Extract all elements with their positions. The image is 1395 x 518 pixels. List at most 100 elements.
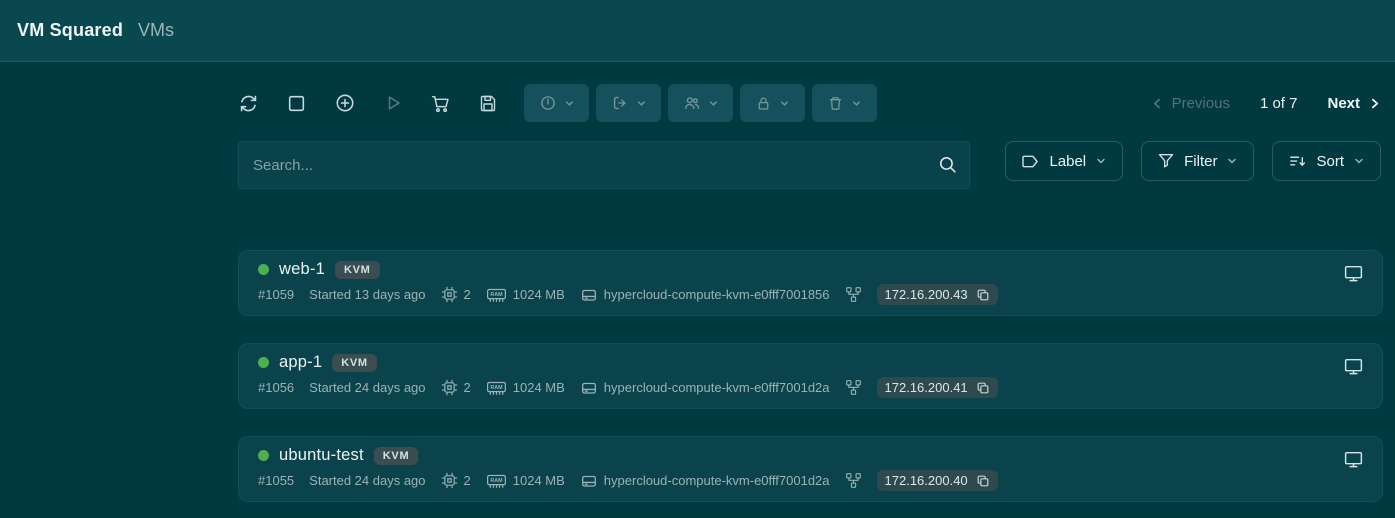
lock-dropdown-button[interactable]: [740, 84, 805, 122]
sort-icon: [1288, 152, 1307, 171]
label-button[interactable]: Label: [1005, 141, 1123, 181]
vm-host: hypercloud-compute-kvm-e0fff7001856: [604, 287, 830, 302]
host-drive-icon: [580, 472, 598, 490]
cpu-icon: [441, 472, 458, 489]
brand-title: VM Squared: [17, 20, 123, 41]
trash-icon: [827, 95, 844, 112]
previous-page-button[interactable]: Previous: [1151, 95, 1230, 112]
refresh-icon[interactable]: [238, 93, 259, 114]
vm-started: Started 24 days ago: [309, 473, 425, 488]
console-icon[interactable]: [1343, 263, 1364, 284]
console-icon[interactable]: [1343, 356, 1364, 377]
search-input[interactable]: [238, 141, 970, 189]
copy-icon[interactable]: [976, 381, 990, 395]
ram-icon: RAM: [486, 287, 507, 303]
label-button-text: Label: [1049, 153, 1086, 170]
chevron-down-icon: [564, 98, 575, 109]
chevron-right-icon: [1368, 97, 1381, 110]
ram-icon: RAM: [486, 473, 507, 489]
migrate-dropdown-button[interactable]: [596, 84, 661, 122]
delete-dropdown-button[interactable]: [812, 84, 877, 122]
copy-icon[interactable]: [976, 474, 990, 488]
vm-id: #1055: [258, 473, 294, 488]
sort-button-text: Sort: [1316, 153, 1344, 170]
status-dot: [258, 450, 269, 461]
vm-ip: 172.16.200.41: [885, 380, 968, 395]
filter-buttons: Label Filter So: [1005, 141, 1381, 181]
page-title: VMs: [138, 20, 174, 41]
chevron-down-icon: [851, 98, 862, 109]
tag-icon: [1021, 154, 1040, 169]
vm-memory: 1024 MB: [513, 380, 565, 395]
chevron-down-icon: [708, 98, 719, 109]
stop-icon[interactable]: [286, 93, 307, 114]
vm-row-app-1[interactable]: app-1 KVM #1056 Started 24 days ago 2: [238, 343, 1383, 409]
next-page-button[interactable]: Next: [1327, 95, 1381, 112]
ip-chip[interactable]: 172.16.200.41: [877, 377, 998, 398]
network-icon: [845, 472, 862, 489]
search-filter-row: Label Filter So: [238, 141, 1381, 189]
svg-text:RAM: RAM: [490, 385, 503, 391]
vm-host: hypercloud-compute-kvm-e0fff7001d2a: [604, 473, 830, 488]
network-icon: [845, 286, 862, 303]
funnel-icon: [1157, 152, 1175, 170]
ip-chip[interactable]: 172.16.200.43: [877, 284, 998, 305]
chevron-down-icon: [636, 98, 647, 109]
vm-ip: 172.16.200.40: [885, 473, 968, 488]
ip-chip[interactable]: 172.16.200.40: [877, 470, 998, 491]
next-label: Next: [1327, 95, 1360, 112]
vm-squared-app: VM Squared VMs: [0, 0, 1395, 518]
chevron-down-icon: [1353, 155, 1365, 167]
vm-row-web-1[interactable]: web-1 KVM #1059 Started 13 days ago 2: [238, 250, 1383, 316]
vm-id: #1059: [258, 287, 294, 302]
filter-button[interactable]: Filter: [1141, 141, 1254, 181]
network-icon: [845, 379, 862, 396]
cart-icon[interactable]: [430, 93, 451, 114]
play-icon[interactable]: [383, 93, 403, 113]
sort-button[interactable]: Sort: [1272, 141, 1381, 181]
vm-started: Started 24 days ago: [309, 380, 425, 395]
vm-list: web-1 KVM #1059 Started 13 days ago 2: [238, 250, 1383, 518]
filter-button-text: Filter: [1184, 153, 1217, 170]
vm-id: #1056: [258, 380, 294, 395]
vm-cpus: 2: [464, 287, 471, 302]
vm-memory: 1024 MB: [513, 473, 565, 488]
svg-text:RAM: RAM: [490, 292, 503, 298]
vm-name[interactable]: web-1: [279, 260, 325, 279]
copy-icon[interactable]: [976, 288, 990, 302]
chevron-down-icon: [1226, 155, 1238, 167]
vm-type-badge: KVM: [335, 261, 380, 279]
vm-cpus: 2: [464, 380, 471, 395]
vm-cpus: 2: [464, 473, 471, 488]
pagination: Previous 1 of 7 Next: [1151, 95, 1381, 112]
ram-icon: RAM: [486, 380, 507, 396]
add-icon[interactable]: [334, 92, 356, 114]
chevron-down-icon: [1095, 155, 1107, 167]
host-drive-icon: [580, 379, 598, 397]
vm-type-badge: KVM: [332, 354, 377, 372]
status-dot: [258, 264, 269, 275]
toolbar-action-icons: [238, 92, 498, 114]
cpu-icon: [441, 286, 458, 303]
toolbar-dropdown-actions: [524, 84, 877, 122]
previous-label: Previous: [1172, 95, 1230, 112]
vm-name[interactable]: ubuntu-test: [279, 446, 364, 465]
vm-row-ubuntu-test[interactable]: ubuntu-test KVM #1055 Started 24 days ag…: [238, 436, 1383, 502]
users-dropdown-button[interactable]: [668, 84, 733, 122]
users-icon: [683, 94, 701, 112]
vm-name[interactable]: app-1: [279, 353, 322, 372]
cpu-icon: [441, 379, 458, 396]
vm-memory: 1024 MB: [513, 287, 565, 302]
migrate-icon: [611, 94, 629, 112]
save-icon[interactable]: [478, 93, 498, 113]
vm-started: Started 13 days ago: [309, 287, 425, 302]
app-header: VM Squared VMs: [0, 0, 1395, 62]
console-icon[interactable]: [1343, 449, 1364, 470]
power-dropdown-button[interactable]: [524, 84, 589, 122]
vm-type-badge: KVM: [374, 447, 419, 465]
svg-text:RAM: RAM: [490, 478, 503, 484]
page-status: 1 of 7: [1260, 95, 1298, 112]
toolbar: Previous 1 of 7 Next: [238, 83, 1381, 123]
status-dot: [258, 357, 269, 368]
host-drive-icon: [580, 286, 598, 304]
